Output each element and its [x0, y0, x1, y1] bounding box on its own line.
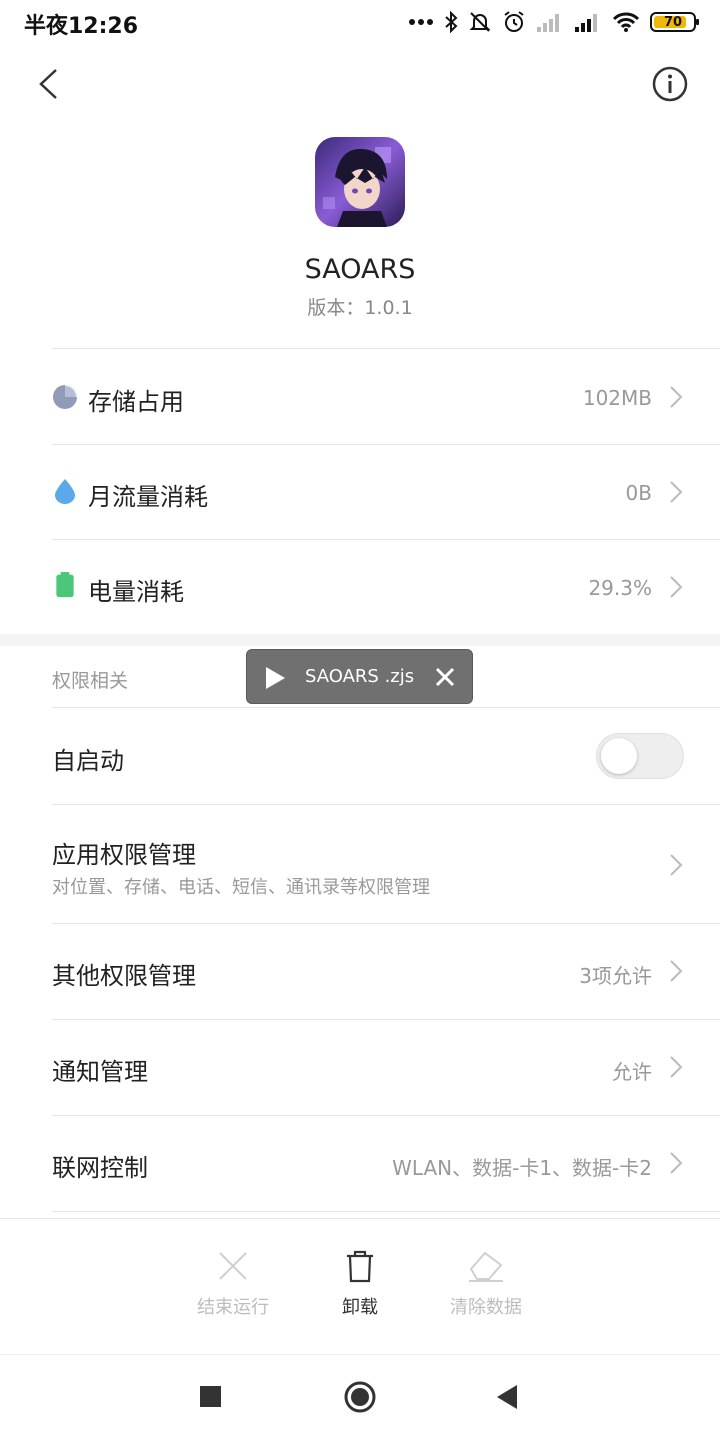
alarm-icon	[504, 11, 524, 32]
eraser-icon	[469, 1251, 503, 1282]
bluetooth-icon	[445, 11, 458, 33]
chevron-right-icon	[670, 481, 683, 503]
status-time: 半夜12:26	[24, 14, 139, 39]
clear-data-label: 清除数据	[450, 1297, 522, 1318]
battery-indicator: 70	[650, 12, 699, 32]
storage-label: 存储占用	[88, 388, 184, 416]
other-permission-row[interactable]: 其他权限管理 3项允许	[0, 924, 720, 1019]
close-icon[interactable]	[434, 666, 456, 688]
battery-level: 70	[663, 14, 683, 30]
chevron-left-icon	[39, 69, 57, 99]
play-icon[interactable]	[264, 666, 286, 690]
top-nav	[0, 52, 720, 116]
notification-row[interactable]: 通知管理 允许	[0, 1020, 720, 1115]
pie-chart-icon	[53, 385, 77, 409]
chevron-right-icon	[670, 576, 683, 598]
notification-label: 通知管理	[52, 1058, 148, 1086]
chevron-right-icon	[670, 386, 683, 408]
back-button[interactable]	[28, 62, 72, 106]
autostart-toggle[interactable]	[596, 733, 684, 779]
chevron-right-icon	[670, 960, 683, 982]
floating-toast[interactable]: SAOARS .zjs	[246, 649, 473, 704]
other-permission-value: 3项允许	[579, 964, 652, 988]
app-permission-row[interactable]: 应用权限管理 对位置、存储、电话、短信、通讯录等权限管理	[0, 805, 720, 923]
status-icons: 70	[408, 8, 699, 36]
divider	[52, 348, 720, 349]
other-permission-label: 其他权限管理	[52, 962, 196, 990]
network-label: 联网控制	[52, 1154, 148, 1182]
chevron-right-icon	[670, 1152, 683, 1174]
battery-usage-label: 电量消耗	[88, 578, 184, 606]
app-permission-label: 应用权限管理	[52, 841, 196, 869]
notification-value: 允许	[612, 1060, 652, 1084]
network-row[interactable]: 联网控制 WLAN、数据-卡1、数据-卡2	[0, 1116, 720, 1211]
storage-value: 102MB	[582, 386, 652, 410]
toggle-knob	[601, 738, 637, 774]
home-button[interactable]	[344, 1381, 376, 1413]
mute-bell-icon	[469, 12, 491, 32]
uninstall-label: 卸载	[342, 1297, 378, 1318]
storage-row[interactable]: 存储占用 102MB	[0, 350, 720, 444]
clear-data-button[interactable]: 清除数据	[426, 1249, 546, 1319]
close-icon	[219, 1252, 247, 1280]
recents-button[interactable]	[200, 1386, 221, 1407]
bottom-action-bar: 结束运行 卸载 清除数据	[0, 1218, 720, 1354]
wifi-icon	[612, 12, 640, 32]
trash-icon	[347, 1250, 373, 1283]
network-value: WLAN、数据-卡1、数据-卡2	[392, 1156, 652, 1180]
stop-button[interactable]: 结束运行	[173, 1249, 293, 1319]
signal-sim1-icon	[537, 14, 559, 32]
autostart-label: 自启动	[52, 747, 124, 775]
nav-back-button[interactable]	[496, 1384, 518, 1410]
more-dots-icon	[409, 19, 433, 25]
data-usage-value: 0B	[625, 481, 652, 505]
battery-usage-row[interactable]: 电量消耗 29.3%	[0, 540, 720, 634]
app-version: 版本：1.0.1	[307, 297, 413, 319]
app-permission-desc: 对位置、存储、电话、短信、通讯录等权限管理	[52, 877, 430, 898]
toast-text: SAOARS .zjs	[305, 666, 415, 687]
info-icon	[652, 66, 688, 102]
app-name: SAOARS	[304, 254, 416, 285]
divider	[52, 1211, 720, 1212]
battery-icon	[56, 572, 74, 598]
info-button[interactable]	[650, 64, 690, 104]
data-usage-row[interactable]: 月流量消耗 0B	[0, 445, 720, 539]
status-bar: 半夜12:26 70	[0, 0, 720, 44]
section-header-permissions: 权限相关	[52, 670, 129, 692]
battery-usage-value: 29.3%	[588, 576, 652, 600]
chevron-right-icon	[670, 854, 683, 876]
signal-sim2-icon	[575, 14, 597, 32]
section-gap	[0, 634, 720, 646]
app-icon	[315, 137, 405, 227]
chevron-right-icon	[670, 1056, 683, 1078]
water-drop-icon	[55, 479, 75, 504]
uninstall-button[interactable]: 卸载	[300, 1249, 420, 1319]
data-usage-label: 月流量消耗	[88, 483, 208, 511]
stop-label: 结束运行	[197, 1297, 269, 1318]
system-nav-bar	[0, 1354, 720, 1440]
